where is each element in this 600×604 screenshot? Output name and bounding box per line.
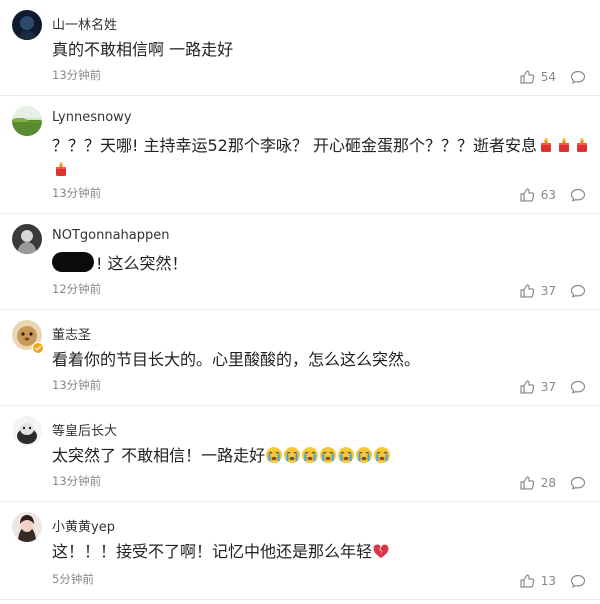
candle-emoji-icon — [537, 136, 555, 154]
thumbs-up-icon — [519, 69, 535, 85]
crying-face-emoji-icon — [337, 446, 355, 464]
comment-bubble-icon[interactable] — [570, 69, 586, 85]
avatar[interactable] — [12, 416, 42, 446]
redacted-emoji — [52, 252, 94, 272]
comment-bubble-icon[interactable] — [570, 573, 586, 589]
comment-time: 5分钟前 — [52, 572, 94, 586]
avatar[interactable] — [12, 106, 42, 136]
like-button[interactable]: 37 — [519, 379, 556, 395]
comment-item: 等皇后长大 太突然了 不敢相信！一路走好 13分钟前 28 — [0, 406, 600, 502]
thumbs-up-icon — [519, 379, 535, 395]
comment-time: 13分钟前 — [52, 378, 102, 392]
crying-face-emoji-icon — [301, 446, 319, 464]
verified-badge-icon — [32, 342, 44, 354]
comment-item: Lynnesnowy ？？？天哪! 主持幸运52那个李咏？ 开心砸金蛋那个？？？… — [0, 96, 600, 214]
avatar[interactable] — [12, 512, 42, 542]
crying-face-emoji-icon — [373, 446, 391, 464]
comment-username[interactable]: 山一林名姓 — [52, 14, 117, 33]
comment-username[interactable]: NOTgonnahappen — [52, 228, 170, 243]
comment-text-content: 这！！！接受不了啊！记忆中他还是那么年轻 — [52, 542, 373, 561]
comment-item: NOTgonnahappen ! 这么突然！ 12分钟前 37 — [0, 214, 600, 310]
like-button[interactable]: 63 — [519, 187, 556, 203]
comment-time: 13分钟前 — [52, 68, 102, 82]
comment-item: 董志圣 看着你的节目长大的。心里酸酸的，怎么这么突然。 13分钟前 37 — [0, 310, 600, 406]
thumbs-up-icon — [519, 475, 535, 491]
crying-face-emoji-icon — [355, 446, 373, 464]
candle-emoji-icon — [52, 160, 70, 178]
comment-text: 看着你的节目长大的。心里酸酸的，怎么这么突然。 — [52, 350, 421, 369]
comment-bubble-icon[interactable] — [570, 379, 586, 395]
thumbs-up-icon — [519, 573, 535, 589]
crying-face-emoji-icon — [319, 446, 337, 464]
like-button[interactable]: 13 — [519, 573, 556, 589]
avatar[interactable] — [12, 224, 42, 254]
comment-text-content: 太突然了 不敢相信！一路走好 — [52, 446, 266, 465]
comment-username[interactable]: Lynnesnowy — [52, 110, 132, 125]
comment-text-content: ! 这么突然！ — [96, 254, 188, 273]
crying-face-emoji-icon — [265, 446, 283, 464]
like-button[interactable]: 54 — [519, 69, 556, 85]
comment-username[interactable]: 等皇后长大 — [52, 420, 117, 439]
like-count: 13 — [540, 574, 556, 588]
comment-bubble-icon[interactable] — [570, 283, 586, 299]
comment-username[interactable]: 董志圣 — [52, 324, 91, 343]
comment-time: 13分钟前 — [52, 474, 102, 488]
candle-emoji-icon — [573, 136, 591, 154]
comment-bubble-icon[interactable] — [570, 187, 586, 203]
comment-text: 这！！！接受不了啊！记忆中他还是那么年轻 — [52, 540, 592, 564]
like-count: 28 — [540, 476, 556, 490]
comment-item: 小黄黄yep 这！！！接受不了啊！记忆中他还是那么年轻 5分钟前 13 — [0, 502, 600, 600]
like-button[interactable]: 28 — [519, 475, 556, 491]
comment-bubble-icon[interactable] — [570, 475, 586, 491]
like-count: 54 — [540, 70, 556, 84]
comment-text: ？？？天哪! 主持幸运52那个李咏？ 开心砸金蛋那个？？？逝者安息 — [52, 134, 592, 182]
crying-face-emoji-icon — [283, 446, 301, 464]
comment-text: ! 这么突然！ — [52, 252, 592, 276]
candle-emoji-icon — [555, 136, 573, 154]
comment-text-content: ？？？天哪! 主持幸运52那个李咏？ 开心砸金蛋那个？？？逝者安息 — [52, 136, 537, 155]
avatar[interactable] — [12, 10, 42, 40]
like-count: 63 — [540, 188, 556, 202]
like-count: 37 — [540, 380, 556, 394]
comment-username[interactable]: 小黄黄yep — [52, 516, 115, 535]
comment-time: 12分钟前 — [52, 282, 102, 296]
comment-text: 真的不敢相信啊 一路走好 — [52, 40, 234, 59]
like-count: 37 — [540, 284, 556, 298]
like-button[interactable]: 37 — [519, 283, 556, 299]
comment-item: 山一林名姓 真的不敢相信啊 一路走好 13分钟前 54 — [0, 0, 600, 96]
thumbs-up-icon — [519, 187, 535, 203]
comment-time: 13分钟前 — [52, 186, 102, 200]
comment-text: 太突然了 不敢相信！一路走好 — [52, 444, 592, 468]
thumbs-up-icon — [519, 283, 535, 299]
broken-heart-emoji-icon — [372, 542, 390, 560]
